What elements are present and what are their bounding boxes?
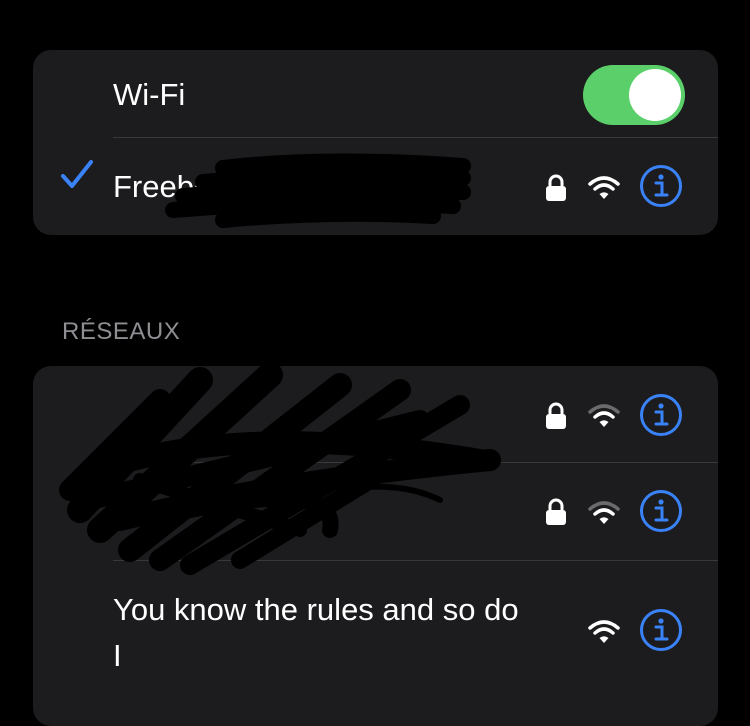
wifi-label: Wi-Fi: [113, 77, 186, 112]
checkmark-icon: [61, 160, 93, 188]
networks-section-header: RÉSEAUX: [62, 318, 181, 345]
network-name: You know the rules and so do I: [113, 592, 519, 673]
wifi-signal-icon: [588, 501, 620, 524]
network-row[interactable]: [33, 366, 718, 462]
info-icon[interactable]: [639, 608, 683, 652]
info-icon[interactable]: [639, 164, 683, 208]
wifi-toggle-row[interactable]: Wi-Fi: [33, 50, 718, 140]
lock-icon: [546, 402, 566, 429]
info-icon[interactable]: [639, 393, 683, 437]
lock-icon: [546, 498, 566, 525]
connected-network-name: Freebox: [113, 169, 227, 204]
wifi-card: Wi-Fi Freebox: [33, 50, 718, 235]
wifi-signal-icon: [588, 404, 620, 427]
connected-network-row[interactable]: Freebox: [33, 138, 718, 235]
network-row[interactable]: [33, 463, 718, 560]
network-row[interactable]: You know the rules and so do I: [33, 561, 718, 691]
wifi-toggle[interactable]: [583, 65, 685, 125]
wifi-signal-icon: [588, 620, 620, 643]
info-icon[interactable]: [639, 489, 683, 533]
wifi-signal-icon: [588, 176, 620, 199]
networks-card: You know the rules and so do I: [33, 366, 718, 726]
lock-icon: [546, 174, 566, 201]
wifi-toggle-knob: [629, 69, 681, 121]
